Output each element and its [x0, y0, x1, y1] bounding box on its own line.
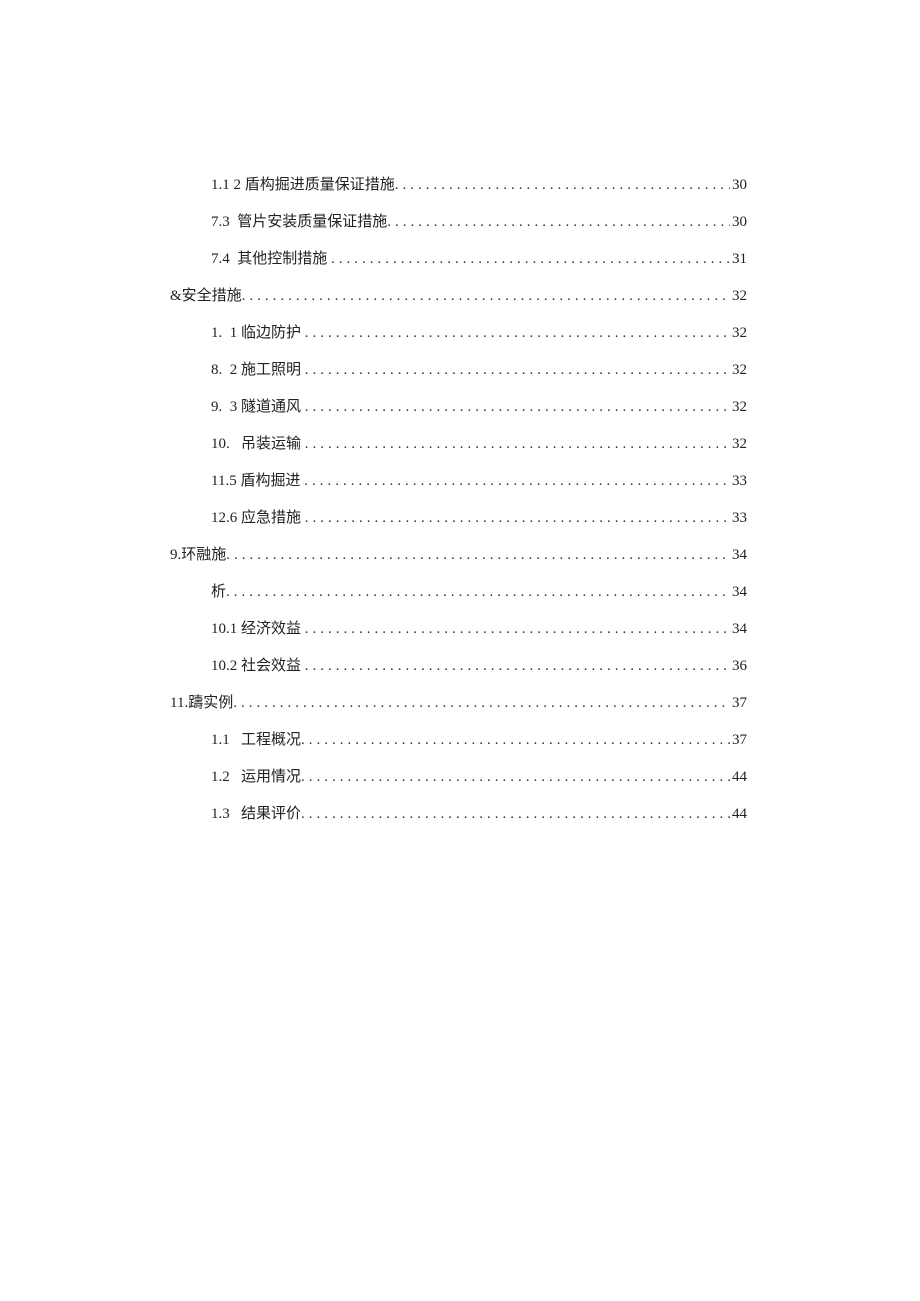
toc-entry: &安全措施...................................…	[0, 289, 920, 304]
toc-entry: 9.环融施...................................…	[0, 548, 920, 563]
toc-leader-dots: ........................................…	[226, 585, 730, 600]
toc-label: 10. 吊装运输	[211, 437, 305, 452]
toc-entry: 7.4 其他控制措施 .............................…	[0, 252, 920, 267]
toc-label: 12.6 应急措施	[211, 511, 305, 526]
toc-page-number: 31	[730, 252, 747, 267]
toc-page-number: 32	[730, 363, 747, 378]
toc-page-number: 33	[730, 511, 747, 526]
toc-page-number: 34	[730, 622, 747, 637]
toc-entry: 1.3 结果评价................................…	[0, 807, 920, 822]
toc-page-number: 32	[730, 400, 747, 415]
toc-leader-dots: ........................................…	[305, 622, 730, 637]
toc-entry: 10.1 经济效益 ..............................…	[0, 622, 920, 637]
table-of-contents: 1.1 2 盾构掘进质量保证措施........................…	[0, 178, 920, 822]
toc-label: 11.5 盾构掘进	[211, 474, 304, 489]
toc-leader-dots: ........................................…	[304, 474, 730, 489]
toc-leader-dots: ........................................…	[242, 289, 730, 304]
toc-page-number: 30	[730, 215, 747, 230]
toc-entry: 7.3 管片安装质量保证措施..........................…	[0, 215, 920, 230]
toc-entry: 11.5 盾构掘进 ..............................…	[0, 474, 920, 489]
toc-leader-dots: ........................................…	[226, 548, 730, 563]
toc-leader-dots: ........................................…	[305, 326, 730, 341]
toc-page-number: 34	[730, 585, 747, 600]
toc-page-number: 32	[730, 326, 747, 341]
toc-entry: 11.躊实例..................................…	[0, 696, 920, 711]
toc-page-number: 37	[730, 733, 747, 748]
toc-label: 9. 3 隧道通风	[211, 400, 305, 415]
toc-leader-dots: ........................................…	[395, 178, 730, 193]
toc-leader-dots: ........................................…	[301, 807, 730, 822]
toc-entry: 1.1 2 盾构掘进质量保证措施........................…	[0, 178, 920, 193]
toc-leader-dots: ........................................…	[301, 733, 730, 748]
toc-entry: 1.1 工程概况................................…	[0, 733, 920, 748]
toc-entry: 10. 吊装运输 ...............................…	[0, 437, 920, 452]
toc-entry: 析.......................................…	[0, 585, 920, 600]
page-content: 1.1 2 盾构掘进质量保证措施........................…	[0, 0, 920, 1301]
toc-leader-dots: ........................................…	[305, 437, 730, 452]
toc-label: 1.2 运用情况	[211, 770, 301, 785]
toc-leader-dots: ........................................…	[301, 770, 730, 785]
toc-entry: 9. 3 隧道通风 ..............................…	[0, 400, 920, 415]
toc-label: 10.1 经济效益	[211, 622, 305, 637]
toc-label: 析	[211, 585, 226, 600]
toc-leader-dots: ........................................…	[305, 511, 730, 526]
toc-entry: 10.2 社会效益 ..............................…	[0, 659, 920, 674]
toc-leader-dots: ........................................…	[305, 400, 730, 415]
toc-page-number: 44	[730, 770, 747, 785]
toc-label: &安全措施	[170, 289, 242, 304]
toc-page-number: 36	[730, 659, 747, 674]
toc-label: 7.4 其他控制措施	[211, 252, 331, 267]
toc-entry: 1. 1 临边防护 ..............................…	[0, 326, 920, 341]
toc-label: 7.3 管片安装质量保证措施	[211, 215, 387, 230]
toc-leader-dots: ........................................…	[233, 696, 730, 711]
toc-label: 1.3 结果评价	[211, 807, 301, 822]
toc-entry: 12.6 应急措施 ..............................…	[0, 511, 920, 526]
toc-entry: 1.2 运用情况................................…	[0, 770, 920, 785]
toc-page-number: 30	[730, 178, 747, 193]
toc-label: 1. 1 临边防护	[211, 326, 305, 341]
toc-label: 8. 2 施工照明	[211, 363, 305, 378]
toc-leader-dots: ........................................…	[305, 659, 730, 674]
toc-label: 10.2 社会效益	[211, 659, 305, 674]
toc-page-number: 44	[730, 807, 747, 822]
toc-label: 9.环融施	[170, 548, 226, 563]
toc-page-number: 32	[730, 437, 747, 452]
toc-page-number: 33	[730, 474, 747, 489]
toc-entry: 8. 2 施工照明 ..............................…	[0, 363, 920, 378]
toc-leader-dots: ........................................…	[387, 215, 730, 230]
toc-leader-dots: ........................................…	[331, 252, 730, 267]
toc-label: 11.躊实例	[170, 696, 233, 711]
toc-page-number: 37	[730, 696, 747, 711]
toc-page-number: 34	[730, 548, 747, 563]
toc-leader-dots: ........................................…	[305, 363, 730, 378]
toc-page-number: 32	[730, 289, 747, 304]
toc-label: 1.1 工程概况	[211, 733, 301, 748]
toc-label: 1.1 2 盾构掘进质量保证措施	[211, 178, 395, 193]
